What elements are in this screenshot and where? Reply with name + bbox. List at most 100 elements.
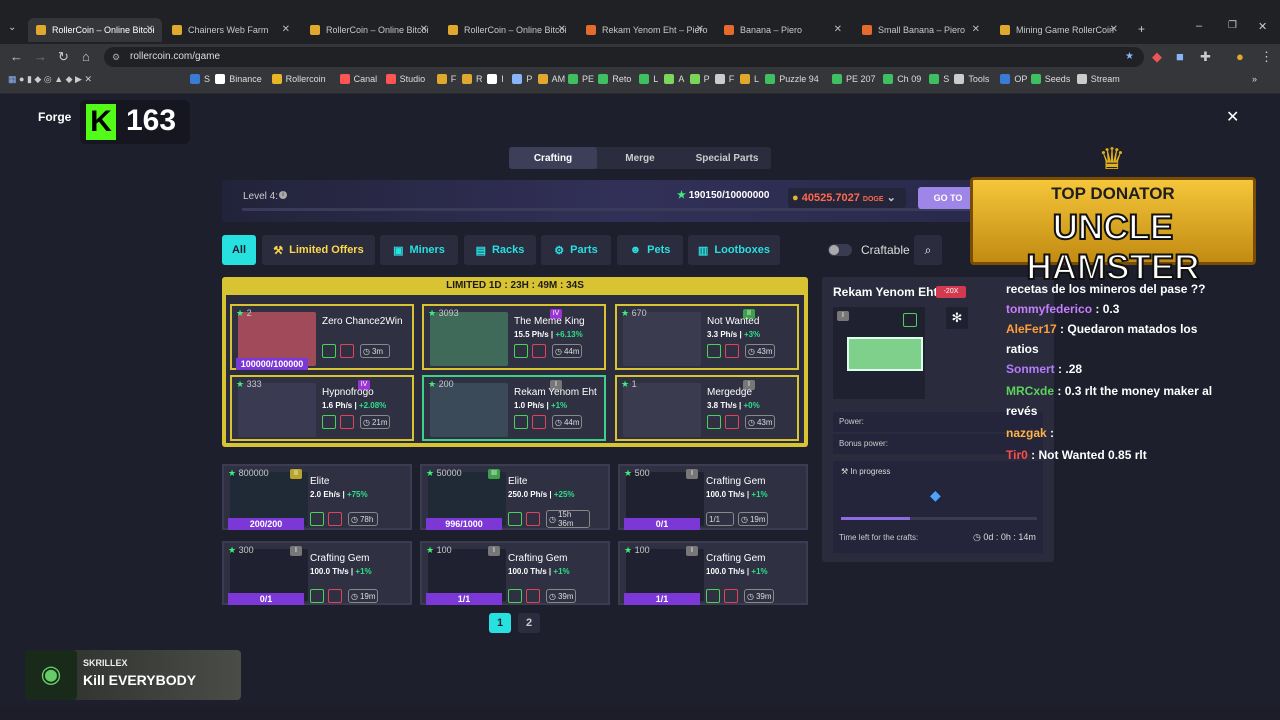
tab-mining-game[interactable]: Mining Game RollerCoin ✕ (992, 18, 1126, 42)
tab-merge[interactable]: Merge (597, 147, 683, 169)
tab-rollercoin-2[interactable]: RollerCoin – Online Bitcoi ✕ (302, 18, 436, 42)
category-pets[interactable]: ☻ Pets (617, 235, 683, 265)
tab-special-parts[interactable]: Special Parts (683, 147, 771, 169)
browser-menu-icon[interactable]: ⋮ (1260, 49, 1273, 65)
url-input[interactable]: ⚙ rollercoin.com/game ★ (104, 47, 1144, 67)
item-card[interactable]: ★ 333 IV Hypnofrogo 1.6 Ph/s | +2.08% ◷ 21m (230, 375, 414, 441)
bookmark-item[interactable]: I (487, 74, 504, 84)
bookmark-item[interactable]: F (714, 74, 734, 84)
doge-coin-icon: ● (792, 192, 799, 204)
tab-chainers[interactable]: Chainers Web Farm ✕ (164, 18, 298, 42)
item-card[interactable]: ★ 100 I Crafting Gem 100.0 Th/s | +1% ◷ 39m 1/… (420, 541, 610, 605)
item-card[interactable]: ★ 500 I Crafting Gem 100.0 Th/s | +1% 1/1 ◷ 19… (618, 464, 808, 530)
bookmark-star-icon[interactable]: ★ (1125, 47, 1134, 67)
extensions-puzzle-icon[interactable]: ✚ (1200, 49, 1211, 65)
reload-icon[interactable]: ↻ (58, 49, 69, 65)
bookmark-item[interactable]: Studio (385, 74, 425, 84)
track-name: Kill EVERYBODY (83, 672, 197, 688)
bookmark-item[interactable]: AM (537, 74, 565, 84)
tab-rekam[interactable]: Rekam Yenom Eht – Piero ✕ (578, 18, 712, 42)
close-tab-icon[interactable]: ✕ (972, 24, 980, 35)
minimize-icon[interactable]: – (1196, 20, 1202, 32)
category-limited-offers[interactable]: ⚒ Limited Offers (262, 235, 375, 265)
close-tab-icon[interactable]: ✕ (420, 24, 428, 35)
balance-selector[interactable]: ● 40525.7027 DOGE ⌄ (788, 188, 906, 208)
close-tab-icon[interactable]: ✕ (558, 24, 566, 35)
category-miners[interactable]: ▣ Miners (380, 235, 458, 265)
category-all[interactable]: All (222, 235, 256, 265)
bookmark-item[interactable]: Binance (215, 74, 262, 84)
extension-icon[interactable]: ◆ (1152, 49, 1162, 65)
bookmark-item[interactable]: F (436, 74, 456, 84)
bookmark-item[interactable]: A (664, 74, 684, 84)
search-icon[interactable]: ⌕ (914, 235, 942, 265)
close-tab-icon[interactable]: ✕ (282, 24, 290, 35)
bookmark-item[interactable]: Puzzle 94 (765, 74, 819, 84)
item-card[interactable]: ★ 800000 II Elite 2.0 Eh/s | +75% ◷ 78h 200/20… (222, 464, 412, 530)
bookmark-item[interactable]: PE 207 (832, 74, 876, 84)
close-tab-icon[interactable]: ✕ (696, 24, 704, 35)
new-tab-icon[interactable]: + (1138, 22, 1145, 36)
close-icon[interactable]: ✕ (1226, 107, 1239, 127)
bookmark-item[interactable]: Tools (954, 74, 989, 84)
bookmark-item[interactable]: Canal (339, 74, 377, 84)
chat-username: Sonmert (1006, 362, 1055, 376)
bookmark-item[interactable]: R (462, 74, 483, 84)
item-card[interactable]: ★ 2 Zero Chance2Win ◷ 3m 100000/100000 (230, 304, 414, 370)
bookmark-item[interactable]: Ch 09 (883, 74, 921, 84)
bookmark-item[interactable]: PE (568, 74, 594, 84)
item-card[interactable]: ★ 1 I Mergedge 3.8 Th/s | +0% ◷ 43m (615, 375, 799, 441)
donator-frame: TOP DONATOR UNCLE HAMSTER (970, 177, 1256, 288)
chat-text: recetas de los mineros del pase ?? (1006, 282, 1206, 296)
power-value: 100.0 Th/s | (706, 567, 750, 576)
back-icon[interactable]: ← (10, 49, 23, 64)
item-card[interactable]: ★ 50000 III Elite 250.0 Ph/s | +25% ◷ 15h 36m… (420, 464, 610, 530)
close-tab-icon[interactable]: ✕ (1110, 24, 1118, 35)
go-to-button[interactable]: GO TO (918, 187, 978, 209)
close-tab-icon[interactable]: ✕ (834, 24, 842, 35)
tab-banana[interactable]: Banana – Piero ✕ (716, 18, 850, 42)
page-1-button[interactable]: 1 (489, 613, 511, 633)
home-icon[interactable]: ⌂ (82, 49, 90, 64)
profile-avatar-icon[interactable]: ● (1236, 49, 1244, 64)
bookmark-item[interactable]: L (740, 74, 759, 84)
bookmark-item[interactable]: Stream (1076, 74, 1120, 84)
star-icon: ★ (624, 468, 633, 478)
extension-icon[interactable]: ■ (1176, 49, 1184, 64)
forward-icon[interactable]: → (34, 49, 47, 64)
apps-icon[interactable]: ▦ (8, 74, 17, 85)
bookmark-item[interactable]: Rollercoin (271, 74, 326, 84)
restore-icon[interactable]: ❐ (1228, 20, 1237, 31)
bookmark-item[interactable]: L (639, 74, 658, 84)
item-card[interactable]: ★ 300 I Crafting Gem 100.0 Th/s | +1% ◷ 19m 0/… (222, 541, 412, 605)
item-card[interactable]: ★ 100 I Crafting Gem 100.0 Th/s | +1% ◷ 39m 1/… (618, 541, 808, 605)
tab-rollercoin-3[interactable]: RollerCoin – Online Bitcoi ✕ (440, 18, 574, 42)
close-tab-icon[interactable]: ✕ (146, 24, 154, 35)
tab-label: RollerCoin – Online Bitcoi (464, 25, 567, 35)
category-parts[interactable]: ⚙ Parts (541, 235, 611, 265)
bookmark-item[interactable]: OP (1000, 74, 1027, 84)
more-bookmarks-icon[interactable]: » (1252, 74, 1257, 84)
info-icon[interactable]: i (279, 191, 287, 199)
tab-list-icon[interactable]: ⌄ (8, 22, 16, 33)
site-info-icon[interactable]: ⚙ (112, 47, 120, 67)
close-window-icon[interactable]: ✕ (1258, 20, 1267, 33)
chat-text: : Not Wanted 0.85 rlt (1031, 448, 1147, 462)
bookmark-item[interactable]: Seeds (1030, 74, 1070, 84)
category-lootboxes[interactable]: ▥ Lootboxes (688, 235, 780, 265)
bookmark-item[interactable]: P (689, 74, 710, 84)
power-value: 3.3 Ph/s | (707, 330, 742, 339)
bookmark-item[interactable]: S (190, 74, 210, 84)
bookmark-item[interactable]: P (512, 74, 532, 84)
item-card[interactable]: ★ 670 II Not Wanted 3.3 Ph/s | +3% ◷ 43m (615, 304, 799, 370)
tab-crafting[interactable]: Crafting (509, 147, 597, 169)
item-card[interactable]: ★ 200 I Rekam Yenom Eht 1.0 Ph/s | +1% ◷ 44m (422, 375, 606, 441)
item-card[interactable]: ★ 3093 IV The Meme King 15.5 Ph/s | +6.13% ◷… (422, 304, 606, 370)
bookmark-item[interactable]: S (929, 74, 949, 84)
bookmark-item[interactable]: Reto (598, 74, 631, 84)
category-racks[interactable]: ▤ Racks (464, 235, 536, 265)
page-2-button[interactable]: 2 (518, 613, 540, 633)
tab-small-banana[interactable]: Small Banana – Piero ✕ (854, 18, 988, 42)
tab-rollercoin-1[interactable]: RollerCoin – Online Bitcoi ✕ (28, 18, 162, 42)
craftable-toggle[interactable] (828, 244, 852, 256)
